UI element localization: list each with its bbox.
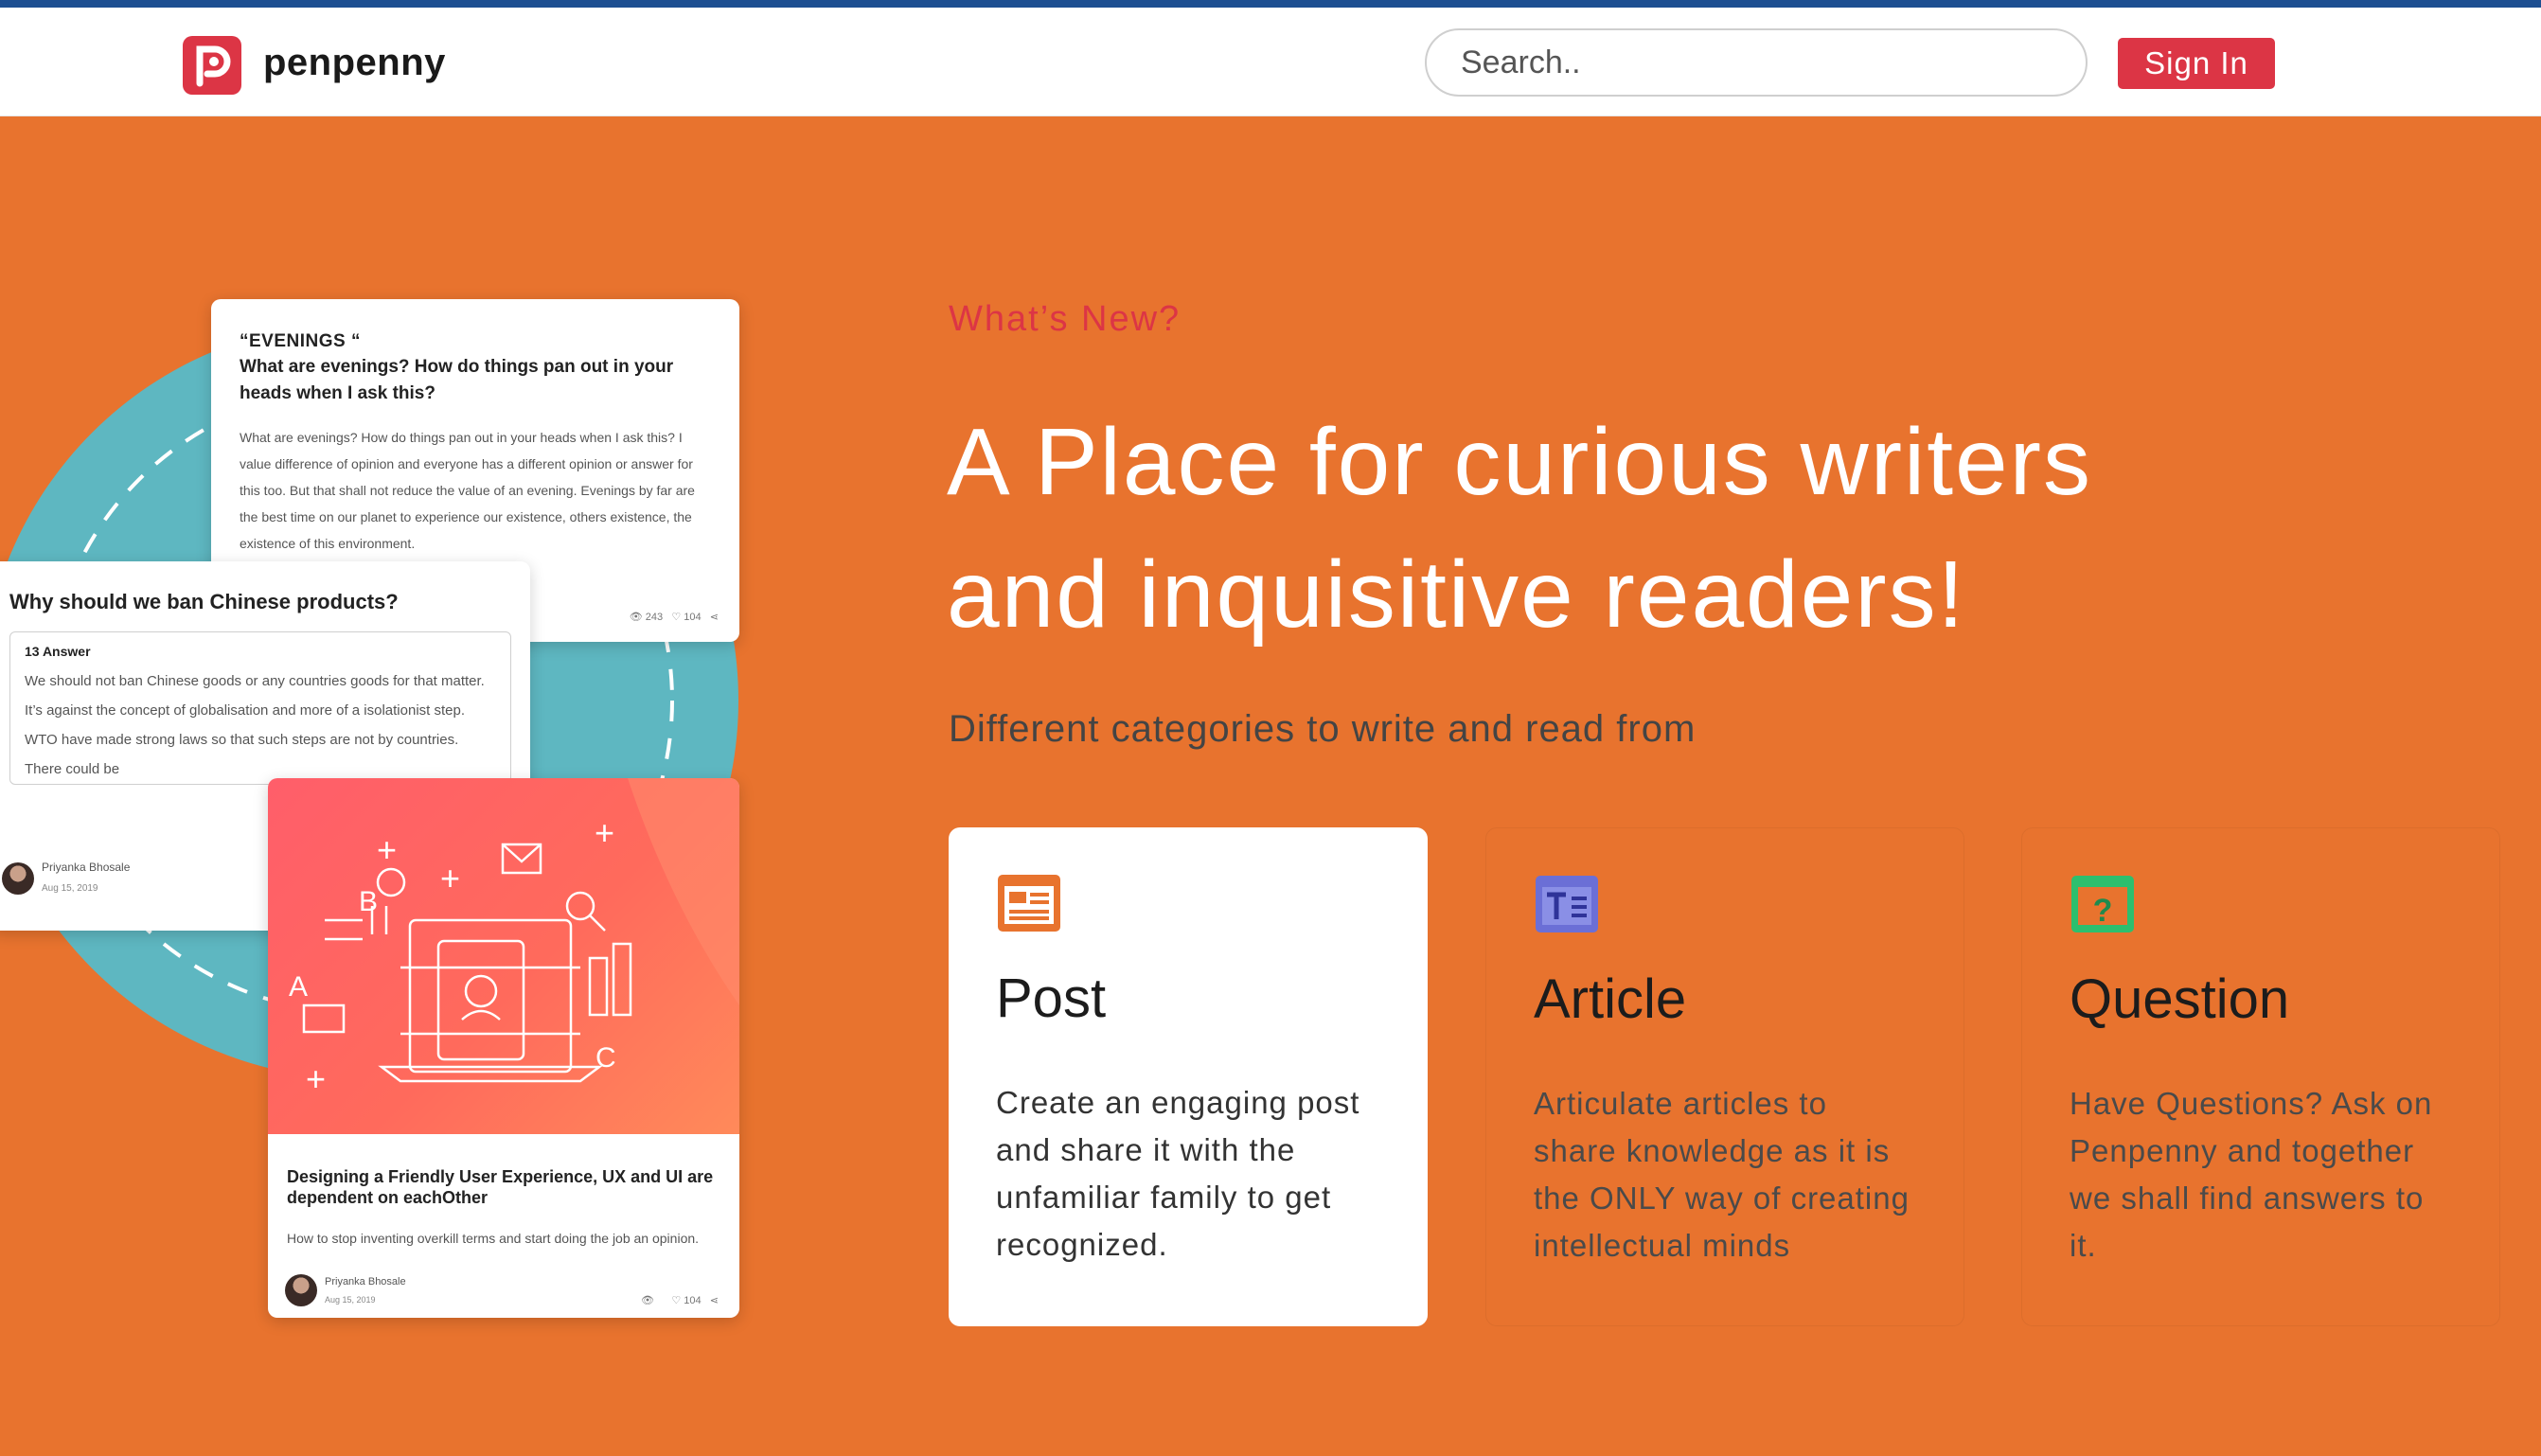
card-kicker: “EVENINGS “: [240, 331, 361, 351]
avatar: [2, 862, 34, 895]
top-accent-bar: [0, 0, 2541, 8]
answer-text: We should not ban Chinese goods or any c…: [25, 673, 485, 777]
preview-card-ux-design[interactable]: B A C + + + + Designing a Friendly User …: [268, 778, 739, 1318]
svg-text:+: +: [440, 859, 460, 897]
brand-name[interactable]: penpenny: [263, 42, 446, 84]
share-icon: ⋖: [709, 1295, 719, 1306]
category-card-question[interactable]: ? Question Have Questions? Ask on Penpen…: [2021, 827, 2500, 1326]
svg-text:+: +: [595, 813, 614, 852]
penpenny-logo-icon[interactable]: [183, 36, 241, 95]
post-date: Aug 15, 2019: [325, 1295, 376, 1305]
eye-icon: 👁: [629, 612, 643, 623]
category-description: Create an engaging post and share it wit…: [996, 1085, 1360, 1262]
category-title: Article: [1534, 968, 1687, 1030]
laptop-line-art: B A C + + + +: [289, 778, 739, 1098]
whats-new-kicker: What’s New?: [949, 299, 1182, 339]
answer-count: 13 Answer: [25, 644, 91, 659]
svg-text:+: +: [306, 1059, 326, 1098]
search-input[interactable]: [1425, 28, 2088, 97]
question-icon: ?: [2071, 876, 2134, 932]
answer-box: 13 Answer We should not ban Chinese good…: [9, 631, 511, 785]
eye-icon: 👁: [641, 1295, 654, 1306]
card-title: Designing a Friendly User Experience, UX…: [287, 1167, 714, 1207]
heart-icon: ♡: [671, 612, 682, 623]
sign-in-button[interactable]: Sign In: [2118, 38, 2275, 89]
category-title: Question: [2070, 968, 2290, 1030]
category-description: Have Questions? Ask on Penpenny and toge…: [2070, 1086, 2433, 1263]
heart-icon: ♡: [671, 1295, 682, 1306]
author-name: Priyanka Bhosale: [325, 1276, 406, 1287]
likes-count: 104: [684, 1295, 702, 1306]
category-description: Articulate articles to share knowledge a…: [1534, 1086, 1910, 1263]
post-icon: [998, 875, 1060, 932]
category-card-post[interactable]: Post Create an engaging post and share i…: [949, 827, 1428, 1326]
views-count: 243: [645, 612, 664, 623]
post-date: Aug 15, 2019: [42, 883, 98, 894]
letter-b-glyph: B: [359, 886, 378, 917]
avatar: [285, 1274, 317, 1306]
letter-a-glyph: A: [289, 971, 308, 1003]
ux-illustration: B A C + + + +: [268, 778, 739, 1134]
svg-text:?: ?: [2093, 893, 2113, 929]
hero-headline: A Place for curious writers and inquisit…: [947, 396, 2272, 661]
card-stats: 👁 243 ♡ 104 ⋖: [630, 611, 719, 623]
card-stats: 👁 ♡ 104 ⋖: [641, 1294, 719, 1306]
card-body: What are evenings? How do things pan out…: [240, 430, 695, 551]
share-icon: ⋖: [709, 612, 719, 623]
hero-subheading: Different categories to write and read f…: [949, 708, 1697, 750]
headline-line-2: and inquisitive readers!: [947, 542, 1966, 648]
card-question: What are evenings? How do things pan out…: [240, 357, 674, 403]
svg-text:+: +: [377, 830, 397, 869]
headline-line-1: A Place for curious writers: [947, 409, 2092, 515]
card-question: Why should we ban Chinese products?: [9, 590, 399, 613]
letter-c-glyph: C: [595, 1042, 616, 1074]
author-name: Priyanka Bhosale: [42, 861, 131, 874]
category-title: Post: [996, 968, 1107, 1029]
likes-count: 104: [684, 612, 702, 623]
article-icon: [1536, 876, 1598, 932]
category-card-article[interactable]: Article Articulate articles to share kno…: [1485, 827, 1964, 1326]
card-description: How to stop inventing overkill terms and…: [287, 1231, 700, 1246]
navbar: penpenny Sign In: [0, 8, 2541, 116]
